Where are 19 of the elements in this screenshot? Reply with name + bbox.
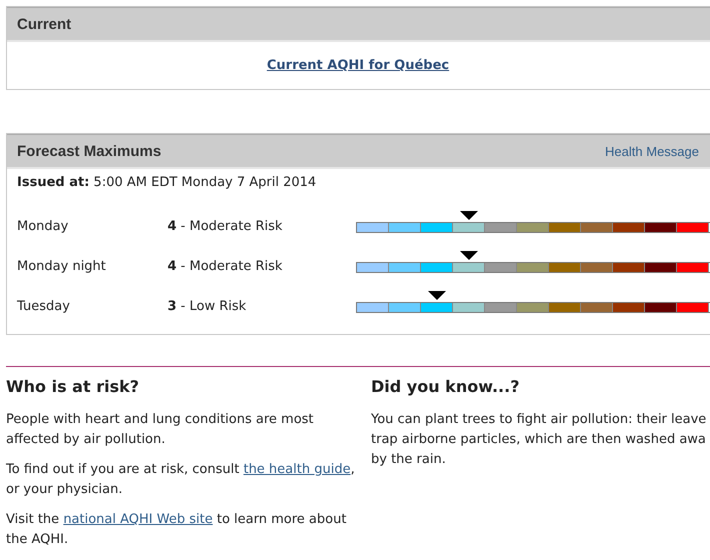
- risk-text: 4 - Moderate Risk: [168, 219, 284, 236]
- section-title: Forecast Maximums: [17, 142, 162, 160]
- period-label: Monday: [17, 219, 70, 236]
- risk-text: 3 - Low Risk: [168, 299, 248, 316]
- current-aqhi-link[interactable]: Current AQHI for Québec: [266, 58, 450, 73]
- issued-text: Issued at: 5:00 AM EDT Monday 7 April 2014: [17, 175, 318, 190]
- health-message-link[interactable]: Health Message: [605, 144, 699, 158]
- paragraph: You can plant trees to fight air pollution: their leave trap airborne particles, which are then washed awa by the rain.: [371, 411, 708, 469]
- period-label: Tuesday: [17, 299, 71, 316]
- risk-text: 4 - Moderate Risk: [168, 259, 284, 276]
- text-link[interactable]: national AQHI Web site: [63, 512, 213, 527]
- text-link[interactable]: the health guide: [243, 462, 351, 477]
- paragraph: To find out if you are at risk, consult the health guide, or your physician.: [6, 461, 355, 499]
- paragraph: Visit the national AQHI Web site to learn more about the AQHI.: [6, 511, 348, 549]
- paragraph: People with heart and lung conditions are most affected by air pollution.: [6, 411, 315, 449]
- section-title: Current: [17, 16, 72, 32]
- period-label: Monday night: [17, 259, 107, 276]
- section-heading: Who is at risk?: [6, 377, 140, 396]
- section-heading: Did you know...?: [371, 377, 520, 396]
